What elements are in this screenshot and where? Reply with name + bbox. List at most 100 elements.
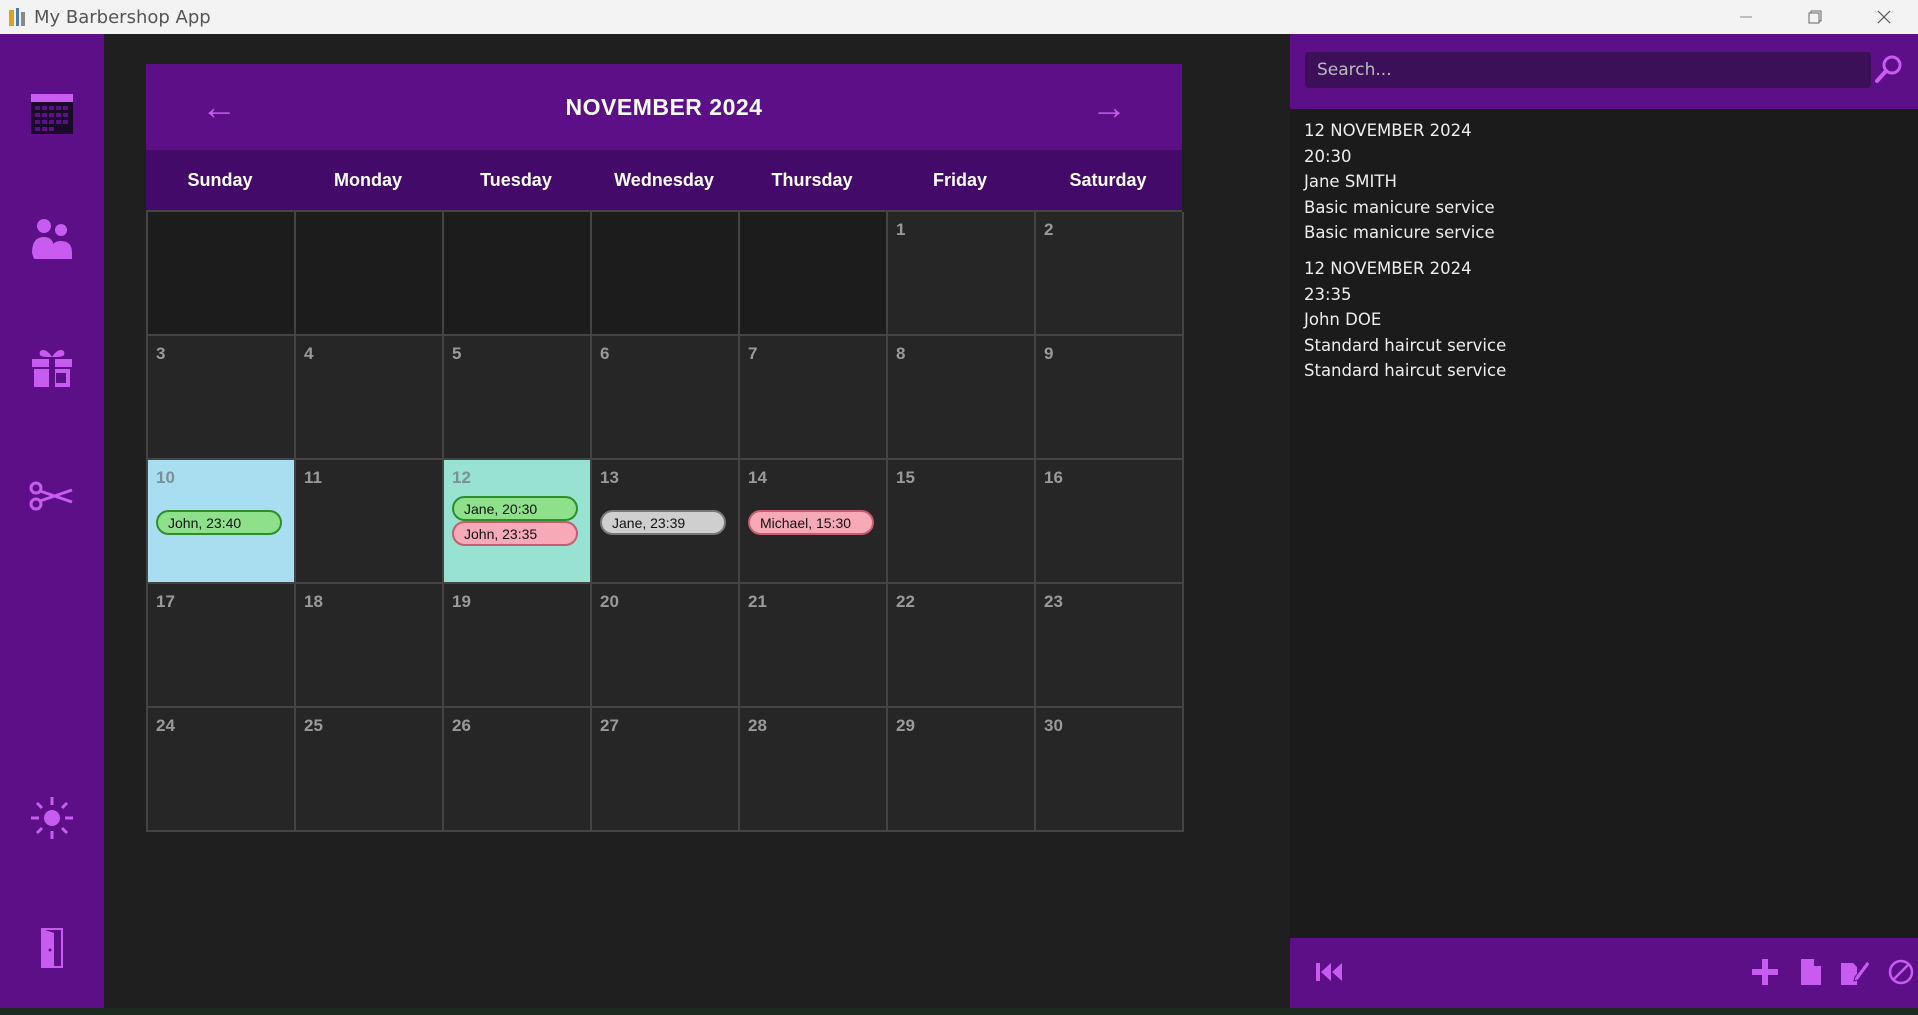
edit-icon <box>1839 957 1871 992</box>
day-number: 5 <box>452 344 462 363</box>
calendar-day-cell[interactable]: 16 <box>1036 460 1184 584</box>
calendar-day-cell[interactable]: 25 <box>296 708 444 832</box>
weekday-label: Saturday <box>1069 169 1147 190</box>
calendar-day-cell[interactable]: 26 <box>444 708 592 832</box>
calendar-day-cell[interactable]: 13 Jane, 23:39 <box>592 460 740 584</box>
calendar-day-cell[interactable]: 2 <box>1036 212 1184 336</box>
calendar-day-cell[interactable]: 3 <box>148 336 296 460</box>
day-number: 10 <box>156 468 175 487</box>
calendar-grid: 1 2 3 4 5 6 7 8 9 10 John, 23:40 11 12 Jane, 20:30 Joh… <box>146 210 1184 832</box>
calendar-day-cell[interactable]: 1 <box>888 212 1036 336</box>
minimize-button[interactable] <box>1711 0 1780 34</box>
next-month-button[interactable]: → <box>1084 84 1134 130</box>
weekday-label: Thursday <box>771 169 853 190</box>
bottom-toolbar <box>1290 938 1918 1008</box>
main-area: ← NOVEMBER 2024 → Sunday Monday Tuesday … <box>104 34 1290 1008</box>
calendar-day-cell[interactable]: 21 <box>740 584 888 708</box>
entry-time: 20:30 <box>1304 146 1352 166</box>
sidebar-item-exit[interactable] <box>22 919 82 979</box>
day-number: 2 <box>1044 220 1054 239</box>
calendar-day-cell[interactable]: 4 <box>296 336 444 460</box>
calendar-day-cell[interactable]: 7 <box>740 336 888 460</box>
calendar-icon <box>28 89 76 142</box>
sidebar-item-services[interactable] <box>22 468 82 528</box>
close-button[interactable] <box>1849 0 1918 34</box>
day-number: 12 <box>452 468 471 487</box>
restore-button[interactable] <box>1780 0 1849 34</box>
calendar-day-cell[interactable]: 10 John, 23:40 <box>148 460 296 584</box>
day-number: 20 <box>600 592 619 611</box>
appointment-pill[interactable]: John, 23:40 <box>156 510 282 535</box>
day-number: 21 <box>748 592 767 611</box>
calendar-day-cell[interactable]: 8 <box>888 336 1036 460</box>
calendar-day-cell[interactable]: 12 Jane, 20:30 John, 23:35 <box>444 460 592 584</box>
calendar-day-cell[interactable]: 24 <box>148 708 296 832</box>
edit-button[interactable] <box>1836 955 1874 993</box>
calendar-day-cell[interactable]: 14 Michael, 15:30 <box>740 460 888 584</box>
calendar-empty-cell <box>296 212 444 336</box>
document-button[interactable] <box>1792 955 1830 993</box>
day-number: 11 <box>304 468 322 487</box>
calendar-day-cell[interactable]: 27 <box>592 708 740 832</box>
cancel-icon <box>1886 957 1916 992</box>
cancel-button[interactable] <box>1882 955 1918 993</box>
appointment-pill[interactable]: Jane, 20:30 <box>452 496 578 521</box>
calendar-day-cell[interactable]: 28 <box>740 708 888 832</box>
calendar-day-cell[interactable]: 15 <box>888 460 1036 584</box>
calendar-day-cell[interactable]: 20 <box>592 584 740 708</box>
calendar-day-cell[interactable]: 5 <box>444 336 592 460</box>
door-icon <box>28 923 76 976</box>
calendar-day-cell[interactable]: 17 <box>148 584 296 708</box>
rewind-button[interactable] <box>1310 955 1348 993</box>
weekday-label: Monday <box>333 169 402 190</box>
arrow-left-icon: ← <box>201 86 237 127</box>
gift-icon <box>28 343 76 396</box>
add-button[interactable] <box>1746 955 1784 993</box>
sidebar-item-calendar[interactable] <box>22 85 82 145</box>
calendar-day-cell[interactable]: 30 <box>1036 708 1184 832</box>
sidebar-item-clients[interactable] <box>22 211 82 271</box>
calendar-day-cell[interactable]: 18 <box>296 584 444 708</box>
calendar-day-cell[interactable]: 11 <box>296 460 444 584</box>
entry-date: 12 NOVEMBER 2024 <box>1304 121 1472 140</box>
window-title: My Barbershop App <box>34 6 211 28</box>
day-number: 30 <box>1044 716 1063 735</box>
entry-date: 12 NOVEMBER 2024 <box>1304 258 1472 278</box>
appointment-entry[interactable]: 12 NOVEMBER 2024 20:30 Jane SMITH Basic … <box>1304 118 1506 246</box>
add-icon <box>1750 957 1780 992</box>
weekday-label: Sunday <box>187 169 253 190</box>
sun-icon <box>28 794 76 847</box>
calendar-header: ← NOVEMBER 2024 → <box>146 64 1182 150</box>
prev-month-button[interactable]: ← <box>194 84 244 130</box>
search-input[interactable] <box>1305 52 1871 88</box>
sidebar-item-theme[interactable] <box>22 790 82 850</box>
calendar-day-cell[interactable]: 29 <box>888 708 1036 832</box>
calendar-day-cell[interactable]: 6 <box>592 336 740 460</box>
calendar-empty-cell <box>592 212 740 336</box>
calendar-day-cell[interactable]: 22 <box>888 584 1036 708</box>
sidebar-item-gifts[interactable] <box>22 339 82 399</box>
day-number: 7 <box>748 344 758 363</box>
appointment-pill[interactable]: Michael, 15:30 <box>748 510 874 535</box>
weekday-label: Friday <box>932 169 988 190</box>
appointment-details: 12 NOVEMBER 2024 20:30 Jane SMITH Basic … <box>1304 118 1506 394</box>
calendar-day-cell[interactable]: 19 <box>444 584 592 708</box>
calendar-empty-cell <box>740 212 888 336</box>
day-number: 16 <box>1044 468 1063 487</box>
appointment-pill[interactable]: John, 23:35 <box>452 521 578 546</box>
day-number: 15 <box>896 468 915 487</box>
day-number: 8 <box>896 344 906 363</box>
entry-time: 23:35 <box>1304 284 1352 304</box>
day-number: 6 <box>600 344 610 363</box>
sidebar <box>0 34 104 1008</box>
appointment-pill[interactable]: Jane, 23:39 <box>600 510 726 535</box>
calendar-day-cell[interactable]: 23 <box>1036 584 1184 708</box>
calendar-day-cell[interactable]: 9 <box>1036 336 1184 460</box>
title-bar: My Barbershop App <box>0 0 1918 34</box>
search-button[interactable] <box>1872 54 1906 88</box>
document-icon <box>1798 957 1824 992</box>
appointment-entry[interactable]: 12 NOVEMBER 2024 23:35 John DOE Standard… <box>1304 256 1506 384</box>
scissors-icon <box>28 472 76 525</box>
calendar: ← NOVEMBER 2024 → Sunday Monday Tuesday … <box>146 64 1184 832</box>
day-number: 29 <box>896 716 915 735</box>
